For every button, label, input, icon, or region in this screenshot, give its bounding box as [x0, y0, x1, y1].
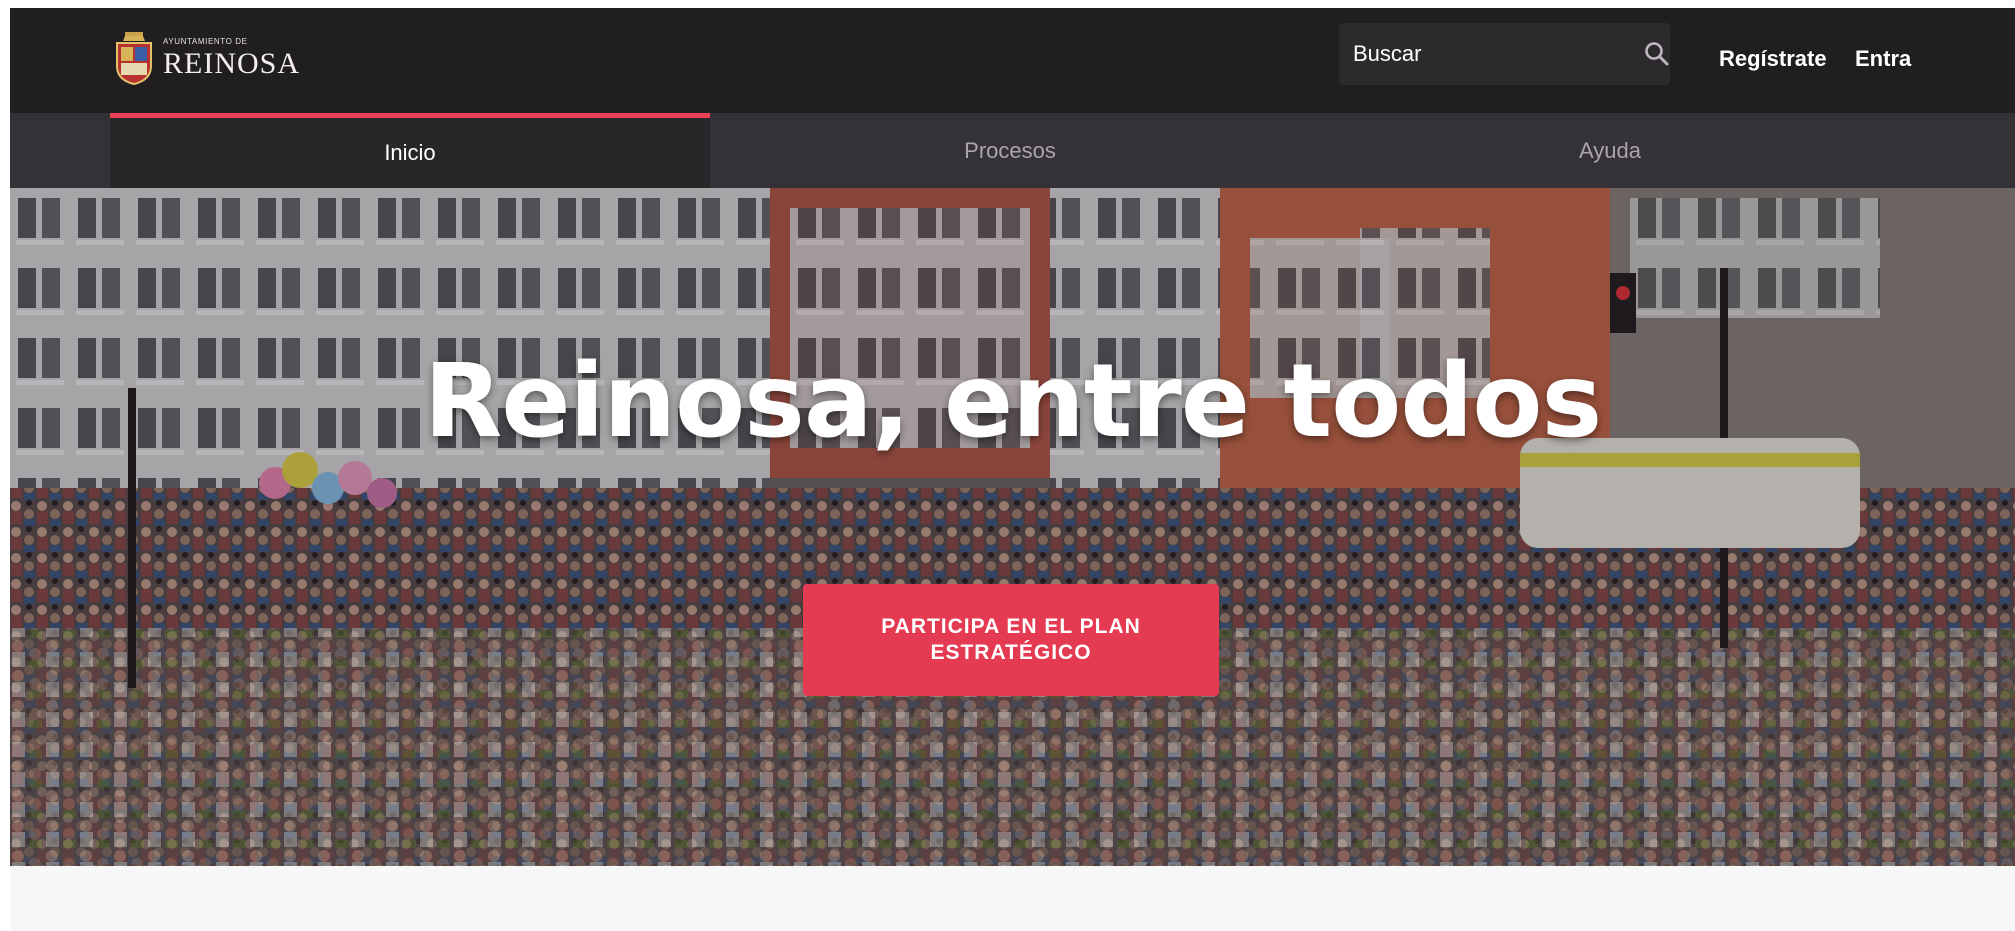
hero-overlay — [10, 188, 2015, 866]
search-box — [1339, 23, 1670, 85]
logo-name: REINOSA — [163, 46, 301, 80]
page-frame: Ayuntamiento de REINOSA Regístrate Entra… — [10, 8, 2015, 931]
register-link[interactable]: Regístrate — [1719, 46, 1827, 72]
search-button[interactable] — [1643, 23, 1670, 85]
search-icon — [1644, 42, 1668, 66]
tab-ayuda[interactable]: Ayuda — [1310, 113, 1910, 188]
hero-title: Reinosa, entre todos — [423, 342, 1602, 461]
top-header: Ayuntamiento de REINOSA Regístrate Entra — [10, 8, 2015, 113]
site-logo[interactable]: Ayuntamiento de REINOSA — [113, 28, 300, 88]
tab-inicio[interactable]: Inicio — [110, 113, 710, 188]
main-nav: Inicio Procesos Ayuda — [10, 113, 2015, 188]
participate-button[interactable]: PARTICIPA EN EL PLAN ESTRATÉGICO — [803, 584, 1219, 696]
hero-banner: Reinosa, entre todos PARTICIPA EN EL PLA… — [10, 188, 2015, 866]
logo-small-text: Ayuntamiento de — [163, 36, 248, 46]
tab-procesos[interactable]: Procesos — [710, 113, 1310, 188]
coat-of-arms-icon — [116, 32, 152, 86]
login-link[interactable]: Entra — [1855, 46, 1911, 72]
search-input[interactable] — [1339, 40, 1643, 68]
